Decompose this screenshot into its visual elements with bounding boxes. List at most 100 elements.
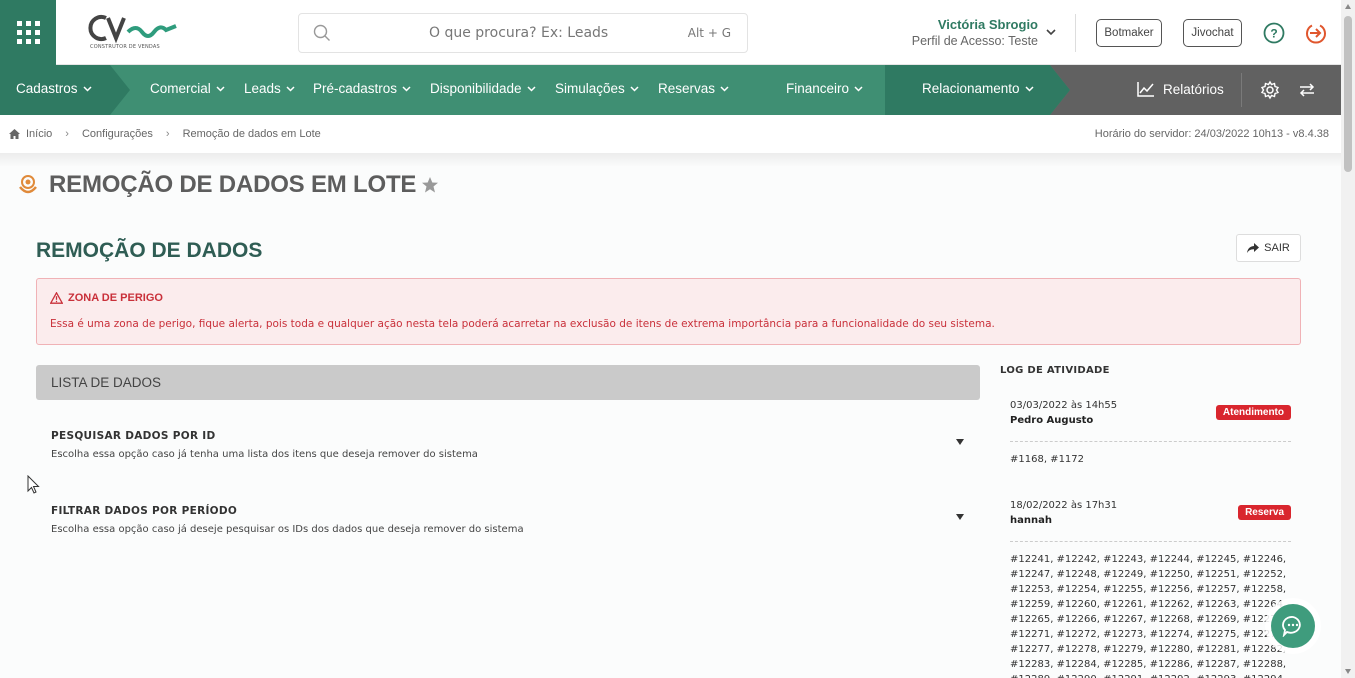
log-entry: 18/02/2022 às 17h31 hannah Reserva #1224… [1010,500,1291,678]
exit-button-label: SAIR [1264,242,1290,254]
chevron-down-icon [630,86,639,92]
danger-zone-alert: ZONA DE PERIGO Essa é uma zona de perigo… [36,278,1301,345]
nav-divider [1241,73,1242,107]
option-title: FILTRAR DADOS POR PERÍODO [51,505,238,517]
chevron-down-icon [1025,86,1034,92]
option-title: PESQUISAR DADOS POR ID [51,430,216,442]
data-removal-icon [19,175,37,194]
nav-comercial[interactable]: Comercial [150,81,225,96]
data-list-title: LISTA DE DADOS [51,375,162,390]
breadcrumb-configuracoes[interactable]: Configurações [82,128,153,140]
alert-title-text: ZONA DE PERIGO [68,292,163,304]
svg-text:?: ? [1270,27,1277,41]
breadcrumb-home[interactable]: Início [26,128,52,140]
server-time: Horário do servidor: 24/03/2022 10h13 - … [1094,128,1329,140]
nav-pre-cadastros[interactable]: Pré-cadastros [313,81,411,96]
chart-line-icon [1137,82,1154,97]
scrollbar-thumb[interactable] [1344,16,1352,172]
chevron-down-icon[interactable] [1045,26,1057,38]
help-icon[interactable]: ? [1263,22,1285,44]
header-divider [1075,14,1076,52]
user-profile: Perfil de Acesso: Teste [911,34,1038,48]
gear-icon[interactable] [1260,80,1280,100]
alert-title: ZONA DE PERIGO [50,292,163,304]
caret-down-icon[interactable] [955,513,965,521]
log-divider [1010,541,1291,542]
search-icon [313,24,330,41]
chat-button[interactable] [1271,604,1315,648]
nav-label: Simulações [555,81,625,96]
chevron-right-icon: › [165,128,170,140]
data-list-header: LISTA DE DADOS [36,365,980,400]
apps-grid-icon [16,21,40,44]
nav-label: Disponibilidade [430,81,522,96]
nav-relatorios[interactable]: Relatórios [1137,81,1224,97]
caret-down-icon[interactable] [955,438,965,446]
option-search-by-id[interactable]: PESQUISAR DADOS POR ID Escolha essa opçã… [51,430,971,460]
chevron-down-icon [527,86,536,92]
logo-subtitle: CONSTRUTOR DE VENDAS [90,44,160,50]
page-scrollbar[interactable] [1341,0,1355,678]
nav-label: Cadastros [16,81,78,96]
mouse-cursor-icon [27,475,40,494]
favorite-star-icon[interactable] [421,176,439,194]
breadcrumb-bar: Início › Configurações › Remoção de dado… [0,115,1341,155]
jivochat-button[interactable]: Jivochat [1183,19,1242,47]
breadcrumb-current: Remoção de dados em Lote [182,128,321,140]
apps-menu-button[interactable] [0,0,56,65]
exit-button[interactable]: SAIR [1236,234,1301,262]
option-description: Escolha essa opção caso já tenha uma lis… [51,449,478,460]
alert-text: Essa é uma zona de perigo, fique alerta,… [50,318,995,330]
chevron-down-icon [854,86,863,92]
chevron-down-icon [216,86,225,92]
nav-label: Reservas [658,81,716,96]
swap-icon[interactable] [1297,80,1317,100]
breadcrumb-shadow [0,153,1341,167]
chevron-right-icon: › [65,128,69,140]
share-arrow-icon [1247,243,1260,253]
cv-logo[interactable]: CONSTRUTOR DE VENDAS [88,12,183,54]
nav-label: Relatórios [1163,81,1224,97]
nav-cadastros[interactable]: Cadastros [16,81,92,96]
home-icon [9,129,20,139]
user-name: Victória Sbrogio [937,17,1038,32]
nav-financeiro[interactable]: Financeiro [786,81,863,96]
global-search[interactable]: Alt + G [298,13,748,53]
nav-label: Pré-cadastros [313,81,398,96]
log-ids: #12241, #12242, #12243, #12244, #12245, … [1010,554,1287,678]
user-menu[interactable]: Victória Sbrogio Perfil de Acesso: Teste [890,17,1038,48]
page-header: REMOÇÃO DE DADOS EM LOTE [16,171,439,199]
log-type-badge: Reserva [1238,505,1291,520]
log-entry: 03/03/2022 às 14h55 Pedro Augusto Atendi… [1010,400,1291,465]
chevron-down-icon [402,86,411,92]
main-nav: Cadastros Comercial Leads Pré-cadastros … [0,65,1341,115]
nav-disponibilidade[interactable]: Disponibilidade [430,81,536,96]
logout-icon[interactable] [1304,21,1328,45]
nav-reservas[interactable]: Reservas [658,81,729,96]
nav-relacionamento[interactable]: Relacionamento [922,81,1034,96]
chat-bubble-icon [1282,616,1301,637]
search-shortcut: Alt + G [687,26,731,40]
section-title: REMOÇÃO DE DADOS [36,239,263,262]
option-description: Escolha essa opção caso já deseje pesqui… [51,524,524,535]
botmaker-button[interactable]: Botmaker [1096,19,1162,47]
activity-log-title: LOG DE ATIVIDADE [1000,365,1110,376]
warning-triangle-icon [50,292,63,304]
breadcrumb: Início › Configurações › Remoção de dado… [9,128,321,140]
nav-label: Comercial [150,81,211,96]
chevron-down-icon [720,86,729,92]
chevron-down-icon [286,86,295,92]
chevron-down-icon [83,86,92,92]
option-filter-by-period[interactable]: FILTRAR DADOS POR PERÍODO Escolha essa o… [51,505,971,535]
nav-leads[interactable]: Leads [244,81,295,96]
search-input[interactable] [429,25,659,41]
log-type-badge: Atendimento [1215,405,1291,420]
nav-simulacoes[interactable]: Simulações [555,81,639,96]
nav-label: Financeiro [786,81,850,96]
page-title: REMOÇÃO DE DADOS EM LOTE [49,171,417,198]
scroll-down-arrow-icon[interactable] [1344,667,1352,675]
scroll-up-arrow-icon[interactable] [1344,3,1352,11]
top-header: CONSTRUTOR DE VENDAS Alt + G Victória Sb… [0,0,1341,65]
nav-label: Relacionamento [922,81,1020,96]
nav-label: Leads [244,81,281,96]
